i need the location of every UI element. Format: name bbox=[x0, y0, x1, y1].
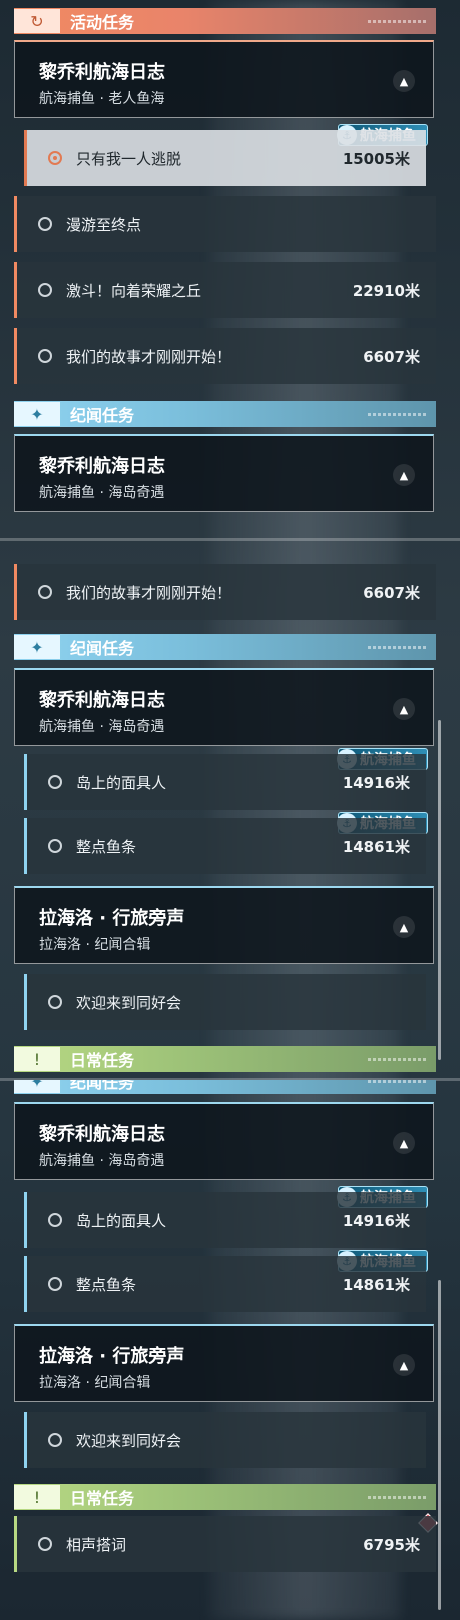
section-header-story[interactable]: ✦ 纪闻任务 bbox=[14, 401, 436, 427]
quest-group-lahailuo[interactable]: 拉海洛 · 行旅旁声 拉海洛 · 纪闻合辑 ▲ bbox=[14, 886, 434, 964]
radio bbox=[38, 1537, 52, 1551]
quest-row-mask[interactable]: 岛上的面具人 14916米 bbox=[24, 754, 426, 810]
section-header-story[interactable]: ✦ 纪闻任务 bbox=[14, 1080, 436, 1094]
quest-group-lqlog-activity[interactable]: 黎乔利航海日志 航海捕鱼 · 老人鱼海 ▲ bbox=[14, 40, 434, 118]
quest-row-welcome[interactable]: 欢迎来到同好会 bbox=[24, 974, 426, 1030]
quest-group-lqlog-story[interactable]: 黎乔利航海日志 航海捕鱼 · 海岛奇遇 ▲ bbox=[14, 668, 434, 746]
sparkle-icon: ✦ bbox=[14, 402, 60, 426]
collapse-icon[interactable]: ▲ bbox=[393, 70, 415, 92]
radio bbox=[48, 839, 62, 853]
screenshot-panel-1: ↻ 活动任务 黎乔利航海日志 航海捕鱼 · 老人鱼海 ▲ ⚓ 航海捕鱼 只有我一… bbox=[0, 0, 460, 540]
group-title: 黎乔利航海日志 bbox=[39, 62, 165, 83]
screenshot-panel-3: ✦ 纪闻任务 黎乔利航海日志 航海捕鱼 · 海岛奇遇 ▲ ⚓ 航海捕鱼 岛上的面… bbox=[0, 1080, 460, 1620]
exclamation-icon: ! bbox=[14, 1485, 60, 1509]
refresh-icon: ↻ bbox=[14, 9, 60, 33]
quest-row-glory[interactable]: 激斗！向着荣耀之丘 22910米 bbox=[14, 262, 436, 318]
quest-row-story-begin[interactable]: 我们的故事才刚刚开始！ 6607米 bbox=[14, 564, 436, 620]
quest-row-escape[interactable]: 只有我一人逃脱 15005米 bbox=[24, 130, 426, 186]
sparkle-icon: ✦ bbox=[14, 1080, 60, 1093]
quest-row-story-begin[interactable]: 我们的故事才刚刚开始！ 6607米 bbox=[14, 328, 436, 384]
collapse-icon[interactable]: ▲ bbox=[393, 1354, 415, 1376]
radio bbox=[38, 283, 52, 297]
section-header-daily[interactable]: ! 日常任务 bbox=[14, 1046, 436, 1072]
quest-row-fish[interactable]: 整点鱼条 14861米 bbox=[24, 818, 426, 874]
quest-row-wander[interactable]: 漫游至终点 bbox=[14, 196, 436, 252]
scrollbar[interactable] bbox=[438, 1280, 441, 1610]
screenshot-panel-2: 我们的故事才刚刚开始！ 6607米 ✦ 纪闻任务 黎乔利航海日志 航海捕鱼 · … bbox=[0, 540, 460, 1080]
group-subtitle: 航海捕鱼 · 老人鱼海 bbox=[39, 91, 165, 107]
radio bbox=[38, 349, 52, 363]
collapse-icon[interactable]: ▲ bbox=[393, 464, 415, 486]
sparkle-icon: ✦ bbox=[14, 635, 60, 659]
quest-row-mask[interactable]: 岛上的面具人 14916米 bbox=[24, 1192, 426, 1248]
section-header-story[interactable]: ✦ 纪闻任务 bbox=[14, 634, 436, 660]
radio bbox=[48, 1277, 62, 1291]
quest-row-crosstalk[interactable]: 相声搭词 6795米 bbox=[14, 1516, 436, 1572]
collapse-icon[interactable]: ▲ bbox=[393, 698, 415, 720]
quest-row-fish[interactable]: 整点鱼条 14861米 bbox=[24, 1256, 426, 1312]
radio bbox=[38, 217, 52, 231]
radio bbox=[38, 585, 52, 599]
exclamation-icon: ! bbox=[14, 1047, 60, 1071]
radio-selected bbox=[48, 151, 62, 165]
section-title: 活动任务 bbox=[70, 13, 135, 32]
radio bbox=[48, 775, 62, 789]
quest-row-welcome[interactable]: 欢迎来到同好会 bbox=[24, 1412, 426, 1468]
radio bbox=[48, 1433, 62, 1447]
quest-group-lqlog-story[interactable]: 黎乔利航海日志 航海捕鱼 · 海岛奇遇 ▲ bbox=[14, 434, 434, 512]
scrollbar[interactable] bbox=[438, 720, 441, 1060]
collapse-icon[interactable]: ▲ bbox=[393, 916, 415, 938]
header-decoration bbox=[368, 19, 428, 23]
quest-group-lahailuo[interactable]: 拉海洛 · 行旅旁声 拉海洛 · 纪闻合辑 ▲ bbox=[14, 1324, 434, 1402]
section-header-activity[interactable]: ↻ 活动任务 bbox=[14, 8, 436, 34]
quest-group-lqlog-story[interactable]: 黎乔利航海日志 航海捕鱼 · 海岛奇遇 ▲ bbox=[14, 1102, 434, 1180]
radio bbox=[48, 995, 62, 1009]
section-header-daily[interactable]: ! 日常任务 bbox=[14, 1484, 436, 1510]
radio bbox=[48, 1213, 62, 1227]
collapse-icon[interactable]: ▲ bbox=[393, 1132, 415, 1154]
